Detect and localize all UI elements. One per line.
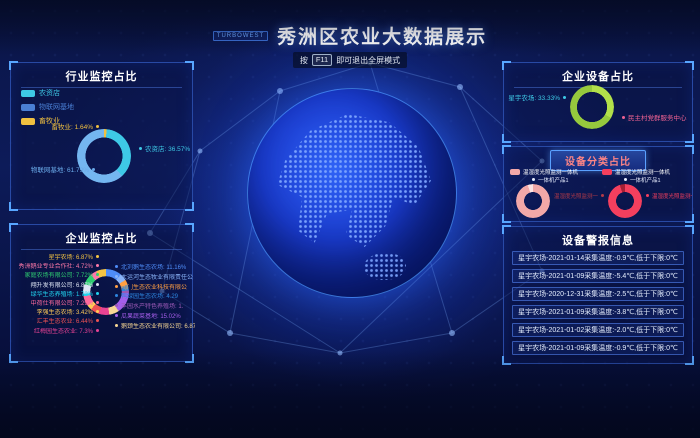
corner-accent [185, 354, 194, 363]
chart-label: 物联网基地: 61.79% [11, 164, 95, 174]
chart-label: 畜牧业: 1.64% [19, 121, 99, 131]
enterprise-label: 绿华生态养殖场: 1.72% [13, 291, 99, 300]
enterprise-label: 星宇农场: 6.87% [13, 254, 99, 263]
legend-swatch [21, 90, 35, 97]
industry-donut-chart[interactable] [77, 129, 131, 183]
enterprise-label: 中荷仕有限公司: 7.29% [13, 300, 99, 309]
tooltip-suffix: 即可退出全屏模式 [336, 55, 400, 66]
corner-accent [9, 223, 18, 232]
corner-accent [685, 134, 694, 143]
enterprise-label: 鸭绿园生态农场: 4.29 [115, 293, 195, 303]
corner-accent [685, 225, 694, 234]
legend-swatch [510, 169, 520, 175]
alarm-row: 星宇农场-2021-01-09采集温度:-3.8℃,低于下限:0℃ [512, 305, 684, 319]
legend-label: 温湿度光照监测一体机 [615, 168, 670, 176]
enterprise-label: 北刘鹅生态农场: 11.16% [115, 264, 195, 274]
enterprise-labels-left: 星宇农场: 6.87% 秀洲鹅业专业合作社: 4.72% 家庭农场有限公司: 7… [13, 254, 99, 337]
corner-accent [502, 134, 511, 143]
equipment-donut-chart[interactable] [570, 85, 614, 129]
panel-title: 企业设备占比 [514, 63, 682, 88]
chart-label: 一体机产品1 [624, 176, 661, 184]
panel-equipment-ratio: 企业设备占比 星宇农场: 33.33% 民主村党群服务中心 [503, 62, 693, 142]
enterprise-label: 家庭农场有限公司: 7.72% [13, 272, 99, 281]
corner-accent [9, 61, 18, 70]
corner-accent [502, 356, 511, 365]
corner-accent [502, 214, 511, 223]
enterprise-label: 陶门生态农业科技有限公 [115, 284, 195, 294]
device-donut-chart-left[interactable] [516, 184, 550, 218]
alarm-row: 星宇农场-2021-01-09采集温度:-0.9℃,低于下限:0℃ [512, 341, 684, 355]
alarm-row: 星宇农场-2021-01-14采集温度:-0.9℃,低于下限:0℃ [512, 251, 684, 265]
corner-accent [502, 225, 511, 234]
corner-accent [502, 145, 511, 154]
legend-label: 农资店 [39, 88, 60, 98]
corner-accent [685, 61, 694, 70]
tooltip-prefix: 按 [300, 55, 308, 66]
chart-label: 农资店: 36.57% [139, 143, 190, 153]
panel-alarms: 设备警报信息 星宇农场-2021-01-14采集温度:-0.9℃,低于下限:0℃… [503, 226, 693, 364]
alarm-row: 星宇农场-2021-01-09采集温度:-5.4℃,低于下限:0℃ [512, 269, 684, 283]
globe-continents [248, 89, 456, 297]
panel-enterprise-monitor: 企业监控占比 星宇农场: 6.87% 秀洲鹅业专业合作社: 4.72% 家庭农场… [10, 224, 193, 362]
corner-accent [9, 202, 18, 211]
panel-title: 行业监控占比 [21, 63, 182, 88]
fullscreen-tooltip: 按 F11 即可退出全屏模式 [293, 52, 407, 68]
corner-accent [185, 61, 194, 70]
corner-accent [185, 223, 194, 232]
chart-label: 民主村党群服务中心 [622, 112, 687, 122]
chart-label: 星宇农场: 33.33% [504, 92, 566, 102]
legend-item[interactable]: 物联网基地 [21, 102, 74, 112]
enterprise-label: 红梅园生态农业: 7.3% [13, 328, 99, 337]
header: TURBOWEST 秀洲区农业大数据展示 按 F11 即可退出全屏模式 [0, 0, 700, 64]
enterprise-label: 丰园水产特色养殖场: 1. [115, 303, 195, 313]
legend-label: 物联网基地 [39, 102, 74, 112]
legend-swatch [602, 169, 612, 175]
legend-label: 温湿度光照监测一体机 [523, 168, 578, 176]
enterprise-label: 翔升发有限公司: 6.87% [13, 282, 99, 291]
chart-label: 温湿度光照监测一 [554, 192, 606, 200]
enterprise-label: 汇丰生态农业: 6.44% [13, 318, 99, 327]
panel-device-class: 设备分类占比 温湿度光照监测一体机 一体机产品1 温湿度光照监测一体机 一体机产… [503, 146, 693, 222]
legend-item[interactable]: 温湿度光照监测一体机 [602, 168, 670, 176]
panel-title: 设备警报信息 [504, 227, 692, 251]
panel-industry-monitor: 行业监控占比 农资店 物联网基地 畜牧业 畜牧业: 1.64% 农资店: 36.… [10, 62, 193, 210]
corner-accent [9, 354, 18, 363]
chart-label: 温湿度光照监测一 [646, 192, 692, 200]
enterprise-label: 鹅颈生态农业有限公司: 6.87 [115, 323, 195, 333]
device-donut-chart-right[interactable] [608, 184, 642, 218]
alarm-list: 星宇农场-2021-01-14采集温度:-0.9℃,低于下限:0℃ 星宇农场-2… [512, 251, 684, 359]
corner-accent [185, 202, 194, 211]
f11-keycap: F11 [312, 54, 332, 66]
legend-item[interactable]: 温湿度光照监测一体机 [510, 168, 578, 176]
enterprise-label: 大运河生态牧业有限责任公 [115, 274, 195, 284]
panel-title: 企业监控占比 [21, 225, 182, 250]
alarm-row: 星宇农场-2020-12-31采集温度:-2.5℃,低于下限:0℃ [512, 287, 684, 301]
corner-accent [502, 61, 511, 70]
enterprise-labels-right: 北刘鹅生态农场: 11.16% 大运河生态牧业有限责任公 陶门生态农业科技有限公… [115, 264, 195, 333]
chart-label: 一体机产品1 [532, 176, 569, 184]
enterprise-label: 李强生态农场: 3.42% [13, 309, 99, 318]
enterprise-label: 秀洲鹅业专业合作社: 4.72% [13, 263, 99, 272]
legend-swatch [21, 104, 35, 111]
legend-item[interactable]: 农资店 [21, 88, 74, 98]
brand-logo: TURBOWEST [213, 31, 268, 41]
page-title: 秀洲区农业大数据展示 [277, 22, 487, 49]
alarm-row: 星宇农场-2021-01-02采集温度:-2.0℃,低于下限:0℃ [512, 323, 684, 337]
enterprise-label: 瓜果蔬菜基地: 15.02% [115, 313, 195, 323]
corner-accent [685, 145, 694, 154]
corner-accent [685, 214, 694, 223]
globe-visual [247, 88, 457, 298]
corner-accent [685, 356, 694, 365]
globe-continent-small [364, 253, 406, 280]
